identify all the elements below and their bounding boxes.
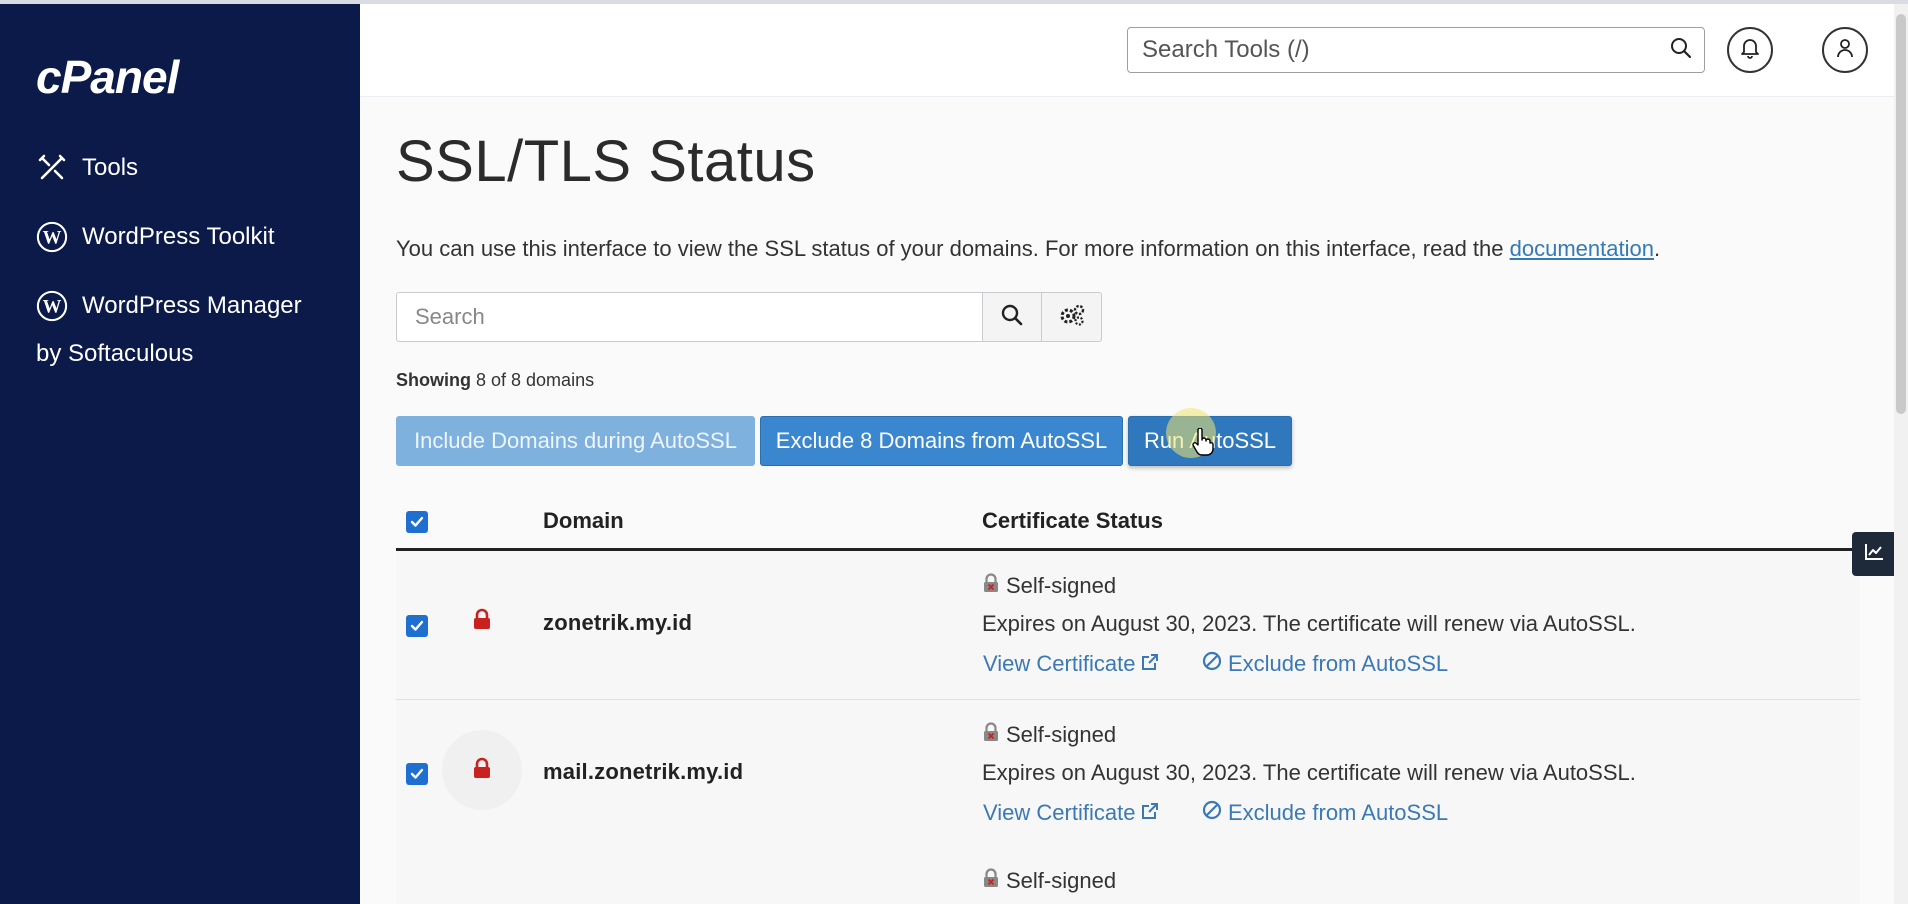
exclude-link-label: Exclude from AutoSSL (1228, 800, 1449, 825)
certificate-type: Self-signed (982, 573, 1116, 599)
lock-status (442, 730, 522, 810)
lock-status (442, 581, 522, 661)
table-header: Domain Certificate Status (396, 500, 1860, 551)
select-all-checkbox[interactable] (406, 511, 428, 533)
view-certificate-link[interactable]: View Certificate (983, 800, 1159, 826)
wordpress-icon: W (36, 290, 68, 322)
sidebar-item-wordpress-manager[interactable]: W WordPress Manager (36, 290, 302, 322)
cpanel-logo[interactable]: cPanel (36, 50, 179, 104)
notifications-button[interactable] (1727, 27, 1773, 73)
intro-text: You can use this interface to view the S… (396, 236, 1660, 262)
svg-text:W: W (43, 228, 62, 249)
sidebar: cPanel Tools W WordPress Toolkit W WordP… (0, 4, 360, 904)
user-icon (1835, 37, 1855, 64)
showing-count: Showing 8 of 8 domains (396, 370, 594, 391)
sidebar-item-label: Tools (82, 154, 139, 181)
intro-text-end: . (1653, 236, 1661, 261)
column-header-certificate-status[interactable]: Certificate Status (982, 508, 1163, 534)
row-checkbox[interactable] (406, 763, 428, 785)
self-signed-lock-icon (982, 868, 1000, 894)
view-certificate-label: View Certificate (983, 651, 1136, 676)
ban-icon (1202, 651, 1222, 677)
self-signed-lock-icon (982, 573, 1000, 599)
certificate-type: Self-signed (982, 722, 1116, 748)
sidebar-item-label: WordPress Toolkit (82, 223, 275, 250)
chart-line-icon (1864, 543, 1884, 566)
intro-text-body: You can use this interface to view the S… (396, 236, 1510, 261)
sidebar-item-tools[interactable]: Tools (36, 152, 138, 184)
bell-icon (1740, 37, 1760, 64)
view-certificate-label: View Certificate (983, 800, 1136, 825)
search-button[interactable] (982, 292, 1042, 342)
stats-panel-toggle[interactable] (1852, 532, 1896, 576)
page-title: SSL/TLS Status (396, 129, 816, 194)
documentation-link[interactable]: documentation (1510, 236, 1654, 261)
sidebar-item-label-line2[interactable]: by Softaculous (36, 340, 193, 368)
certificate-type-label: Self-signed (1006, 868, 1117, 893)
ban-icon (1202, 800, 1222, 826)
row-checkbox[interactable] (406, 615, 428, 637)
hand-cursor-icon (1192, 427, 1214, 461)
showing-value: 8 of 8 domains (471, 370, 595, 390)
exclude-link-label: Exclude from AutoSSL (1228, 651, 1449, 676)
sidebar-item-label: WordPress Manager (82, 292, 302, 319)
sidebar-item-wordpress-toolkit[interactable]: W WordPress Toolkit (36, 221, 275, 253)
domain-name: zonetrik.my.id (543, 610, 693, 635)
expiry-text: Expires on August 30, 2023. The certific… (982, 760, 1636, 785)
svg-text:W: W (43, 297, 62, 318)
gears-icon (1058, 303, 1086, 332)
logo-text: cPanel (36, 51, 179, 103)
certificate-type-label: Self-signed (1006, 722, 1117, 747)
top-header (360, 4, 1908, 97)
domain-name: mail.zonetrik.my.id (543, 759, 744, 784)
domain-search-input[interactable] (396, 292, 982, 342)
include-domains-button[interactable]: Include Domains during AutoSSL (396, 416, 755, 466)
search-settings-button[interactable] (1042, 292, 1102, 342)
search-icon (1001, 304, 1023, 331)
lock-icon (472, 608, 492, 635)
page-scrollbar[interactable] (1894, 4, 1908, 904)
search-icon[interactable] (1670, 37, 1692, 64)
expiry-text: Expires on August 30, 2023. The certific… (982, 611, 1636, 636)
table-row: mail.zonetrik.my.id Self-signed Expires … (396, 700, 1860, 849)
certificate-type-label: Self-signed (1006, 573, 1117, 598)
self-signed-lock-icon (982, 722, 1000, 748)
column-header-domain[interactable]: Domain (543, 508, 624, 534)
lock-icon (472, 757, 492, 784)
user-menu-button[interactable] (1822, 27, 1868, 73)
view-certificate-link[interactable]: View Certificate (983, 651, 1159, 677)
wordpress-icon: W (36, 221, 68, 253)
certificate-type: Self-signed (982, 868, 1116, 894)
search-tools-input[interactable] (1140, 35, 1670, 65)
table-row: zonetrik.my.id Self-signed Expires on Au… (396, 551, 1860, 700)
exclude-from-autossl-link[interactable]: Exclude from AutoSSL (1202, 651, 1448, 677)
exclude-domains-button[interactable]: Exclude 8 Domains from AutoSSL (760, 416, 1123, 466)
search-tools-box (1127, 27, 1705, 73)
exclude-from-autossl-link[interactable]: Exclude from AutoSSL (1202, 800, 1448, 826)
external-link-icon (1141, 651, 1159, 677)
table-row: Self-signed (396, 846, 1860, 904)
external-link-icon (1141, 800, 1159, 826)
showing-label: Showing (396, 370, 471, 390)
tools-icon (36, 152, 68, 184)
domain-search-group (396, 292, 1102, 342)
scrollbar-thumb[interactable] (1896, 14, 1906, 414)
